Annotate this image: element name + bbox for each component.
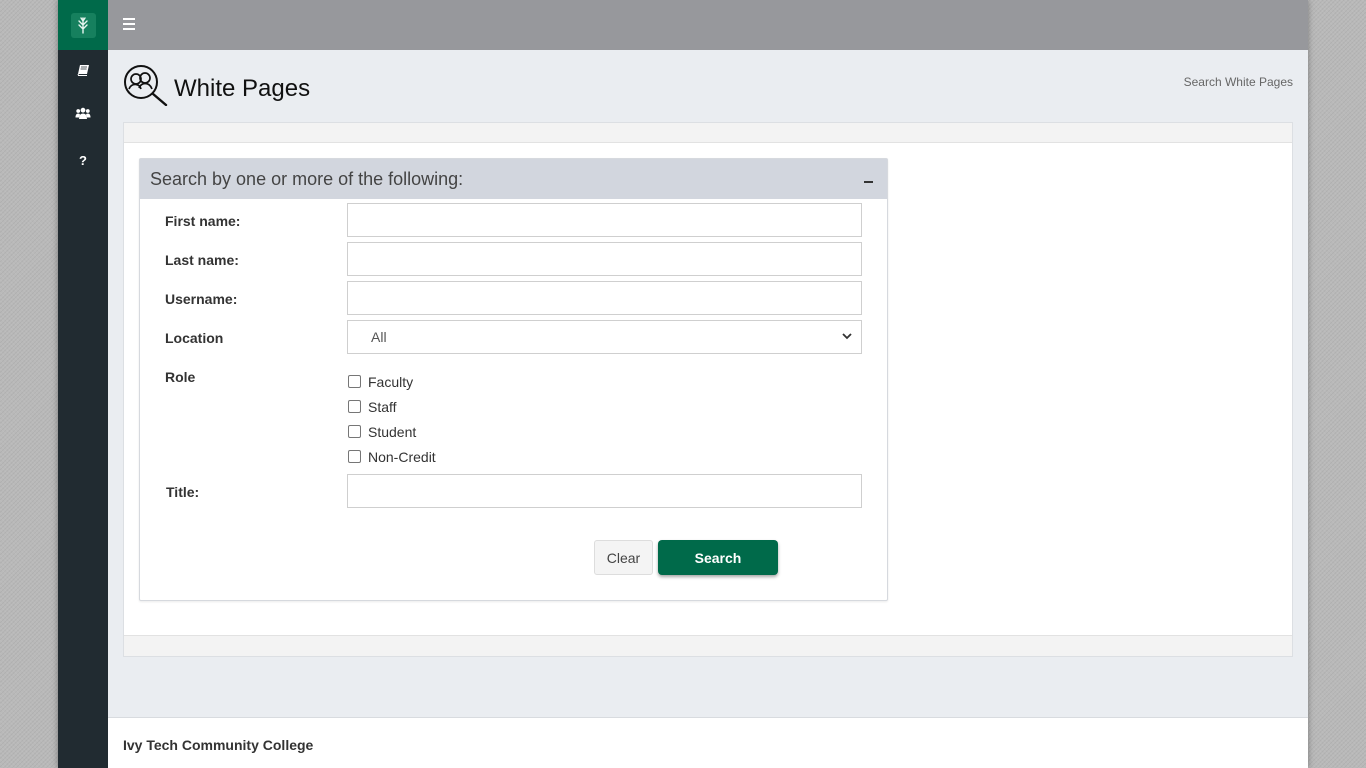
sidebar-item-book[interactable] xyxy=(58,57,108,87)
checkbox-icon[interactable] xyxy=(348,425,361,438)
last-name-label: Last name: xyxy=(165,252,239,268)
role-staff-label: Staff xyxy=(368,398,397,415)
role-faculty-label: Faculty xyxy=(368,373,414,390)
role-student-checkbox[interactable]: Student xyxy=(347,419,436,444)
title-label: Title: xyxy=(166,484,200,500)
hamburger-icon xyxy=(123,18,135,20)
breadcrumb: Search White Pages xyxy=(1183,75,1293,89)
menu-toggle-button[interactable] xyxy=(123,18,135,30)
search-button[interactable]: Search xyxy=(658,540,778,575)
title-input[interactable] xyxy=(347,474,862,508)
location-selected-value: All xyxy=(371,329,387,345)
checkbox-icon[interactable] xyxy=(348,400,361,413)
location-label: Location xyxy=(165,330,224,346)
page-title: White Pages xyxy=(174,74,311,102)
content-panel: Search by one or more of the following: … xyxy=(123,122,1293,657)
sidebar-item-users[interactable] xyxy=(58,101,108,131)
role-faculty-checkbox[interactable]: Faculty xyxy=(347,369,436,394)
sidebar-item-help[interactable]: ? xyxy=(58,145,108,175)
sidebar: ? xyxy=(58,0,108,768)
first-name-label: First name: xyxy=(165,213,241,229)
role-non-credit-checkbox[interactable]: Non-Credit xyxy=(347,444,436,469)
role-label: Role xyxy=(165,369,196,385)
role-student-label: Student xyxy=(368,423,417,440)
role-non-credit-label: Non-Credit xyxy=(368,448,436,465)
hamburger-line xyxy=(123,28,135,30)
username-input[interactable] xyxy=(347,281,862,315)
clear-button[interactable]: Clear xyxy=(594,540,653,575)
search-form-title: Search by one or more of the following: xyxy=(150,168,464,189)
page-header: White Pages xyxy=(123,64,310,111)
hamburger-line xyxy=(123,23,135,25)
collapse-button[interactable] xyxy=(861,172,875,186)
logo[interactable] xyxy=(58,0,108,50)
last-name-input[interactable] xyxy=(347,242,862,276)
location-select[interactable]: All xyxy=(347,320,862,354)
top-bar xyxy=(108,0,1308,50)
footer-text: Ivy Tech Community College xyxy=(123,737,314,753)
search-form-header: Search by one or more of the following: xyxy=(140,159,887,199)
content-panel-header xyxy=(124,123,1292,143)
first-name-input[interactable] xyxy=(347,203,862,237)
users-icon xyxy=(75,107,91,125)
content-panel-footer xyxy=(124,635,1292,656)
ivy-leaf-icon xyxy=(70,12,96,38)
username-label: Username: xyxy=(165,291,238,307)
question-icon: ? xyxy=(79,152,87,168)
checkbox-icon[interactable] xyxy=(348,450,361,463)
search-form-panel: Search by one or more of the following: … xyxy=(139,158,888,601)
role-staff-checkbox[interactable]: Staff xyxy=(347,394,436,419)
footer: Ivy Tech Community College xyxy=(108,717,1308,768)
book-icon xyxy=(77,63,90,81)
checkbox-icon[interactable] xyxy=(348,375,361,388)
people-search-icon xyxy=(123,64,169,111)
app-window: ? White Pages Search White Pages Search … xyxy=(58,0,1308,768)
chevron-down-icon xyxy=(842,331,852,343)
minus-icon xyxy=(863,181,873,183)
role-checkbox-group: Faculty Staff Student Non-Credit xyxy=(347,369,436,469)
